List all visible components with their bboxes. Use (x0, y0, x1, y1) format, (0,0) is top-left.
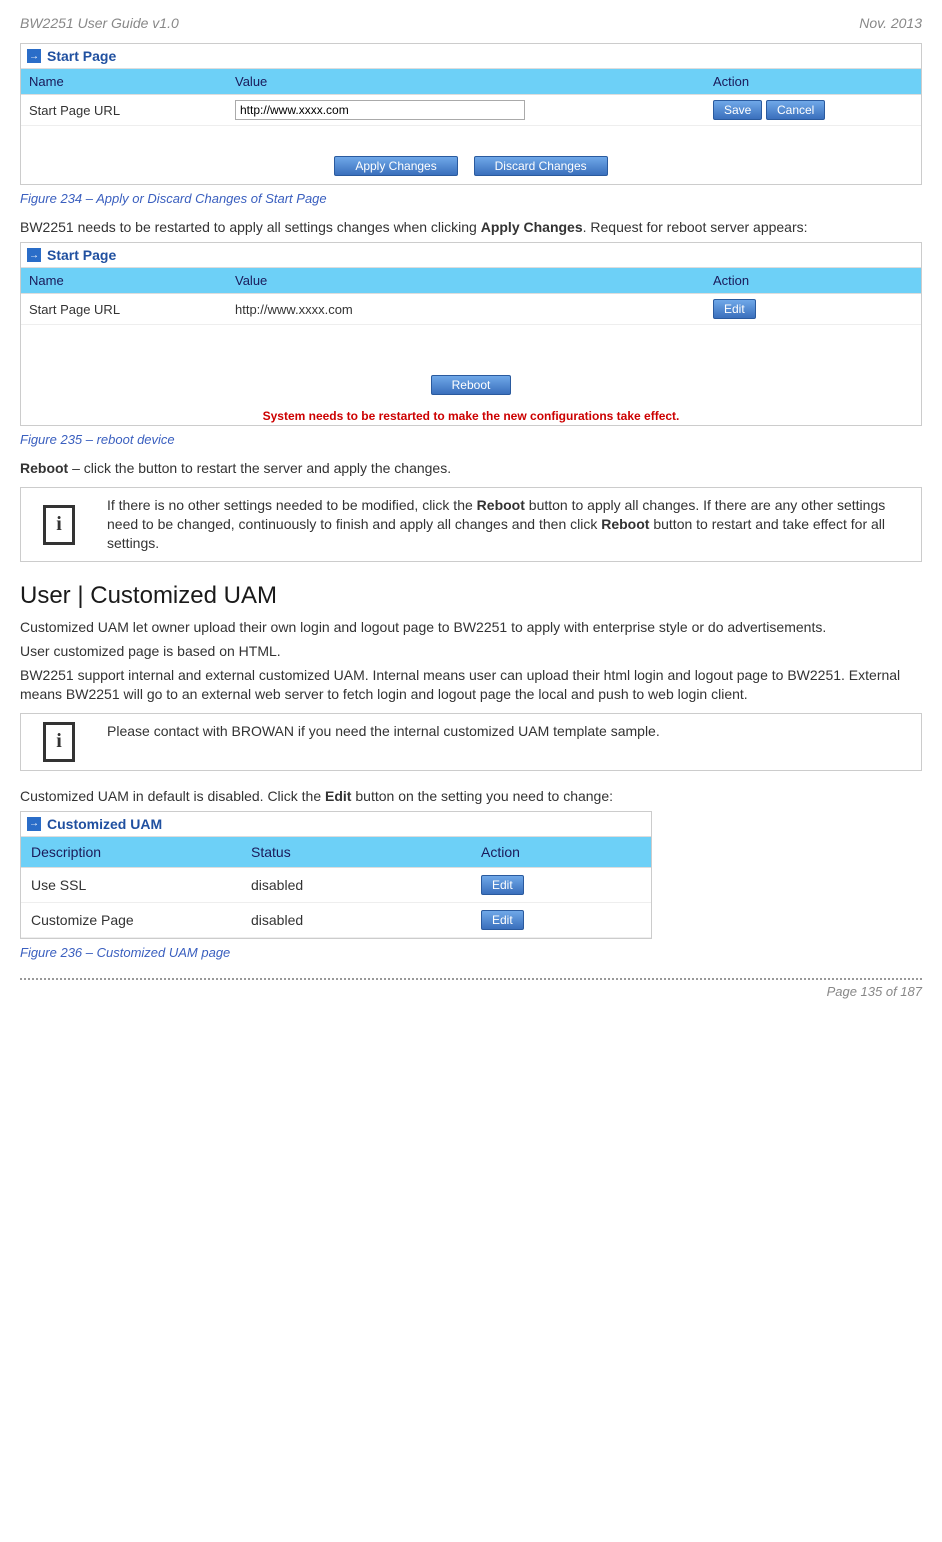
info-icon: i (43, 722, 75, 762)
apply-discard-bar: Apply Changes Discard Changes (21, 126, 921, 184)
customized-uam-panel-header: → Customized UAM (21, 812, 651, 837)
table-header-row: Name Value Action (21, 268, 921, 294)
table-row: Start Page URL Save Cancel (21, 95, 921, 126)
reboot-description: Reboot – click the button to restart the… (20, 459, 922, 477)
cancel-button[interactable]: Cancel (766, 100, 825, 120)
uam-paragraph-1: Customized UAM let owner upload their ow… (20, 618, 922, 636)
discard-changes-button[interactable]: Discard Changes (474, 156, 608, 176)
start-page-panel-header: → Start Page (21, 44, 921, 69)
figure-235-screenshot: → Start Page Name Value Action Start Pag… (20, 242, 922, 426)
table-row: Customize Page disabled Edit (21, 902, 651, 937)
row-action-cell: Save Cancel (705, 95, 921, 126)
info-icon: i (43, 505, 75, 545)
row-status: disabled (241, 867, 471, 902)
info-box-browan: i Please contact with BROWAN if you need… (20, 713, 922, 771)
start-page-url-input[interactable] (235, 100, 525, 120)
info-icon-cell: i (21, 714, 97, 770)
figure-236-screenshot: → Customized UAM Description Status Acti… (20, 811, 652, 939)
table-row: Use SSL disabled Edit (21, 867, 651, 902)
info-text: If there is no other settings needed to … (97, 488, 921, 561)
row-desc: Use SSL (21, 867, 241, 902)
uam-edit-instruction: Customized UAM in default is disabled. C… (20, 787, 922, 805)
figure-235-caption: Figure 235 – reboot device (20, 432, 922, 447)
info-text: Please contact with BROWAN if you need t… (97, 714, 921, 770)
footer-divider (20, 978, 922, 980)
collapse-icon[interactable]: → (27, 49, 41, 63)
apply-changes-paragraph: BW2251 needs to be restarted to apply al… (20, 218, 922, 236)
edit-button[interactable]: Edit (481, 910, 524, 930)
doc-date: Nov. 2013 (859, 15, 922, 31)
collapse-icon[interactable]: → (27, 248, 41, 262)
col-action: Action (471, 837, 651, 868)
panel-title: Start Page (47, 247, 116, 263)
col-value: Value (227, 268, 705, 294)
col-status: Status (241, 837, 471, 868)
figure-234-caption: Figure 234 – Apply or Discard Changes of… (20, 191, 922, 206)
row-value: http://www.xxxx.com (227, 294, 705, 325)
row-status: disabled (241, 902, 471, 937)
start-page-table-2: Name Value Action Start Page URL http://… (21, 268, 921, 325)
row-action-cell: Edit (705, 294, 921, 325)
col-action: Action (705, 69, 921, 95)
uam-paragraph-3: BW2251 support internal and external cus… (20, 666, 922, 702)
figure-236-caption: Figure 236 – Customized UAM page (20, 945, 922, 960)
col-value: Value (227, 69, 705, 95)
figure-234-screenshot: → Start Page Name Value Action Start Pag… (20, 43, 922, 185)
col-name: Name (21, 69, 227, 95)
col-description: Description (21, 837, 241, 868)
start-page-table: Name Value Action Start Page URL Save Ca… (21, 69, 921, 126)
row-action-cell: Edit (471, 902, 651, 937)
col-name: Name (21, 268, 227, 294)
uam-paragraph-2: User customized page is based on HTML. (20, 642, 922, 660)
apply-changes-button[interactable]: Apply Changes (334, 156, 457, 176)
col-action: Action (705, 268, 921, 294)
row-value-cell (227, 95, 705, 126)
row-label: Start Page URL (21, 95, 227, 126)
row-action-cell: Edit (471, 867, 651, 902)
info-box-reboot: i If there is no other settings needed t… (20, 487, 922, 562)
edit-button[interactable]: Edit (713, 299, 756, 319)
panel-title: Start Page (47, 48, 116, 64)
edit-button[interactable]: Edit (481, 875, 524, 895)
table-row: Start Page URL http://www.xxxx.com Edit (21, 294, 921, 325)
customized-uam-table: Description Status Action Use SSL disabl… (21, 837, 651, 938)
doc-title: BW2251 User Guide v1.0 (20, 15, 179, 31)
reboot-bar: Reboot (21, 325, 921, 403)
row-label: Start Page URL (21, 294, 227, 325)
page-footer: Page 135 of 187 (20, 984, 922, 999)
table-header-row: Name Value Action (21, 69, 921, 95)
collapse-icon[interactable]: → (27, 817, 41, 831)
start-page-panel-header-2: → Start Page (21, 243, 921, 268)
info-icon-cell: i (21, 488, 97, 561)
page-header: BW2251 User Guide v1.0 Nov. 2013 (20, 15, 922, 31)
panel-title: Customized UAM (47, 816, 162, 832)
row-desc: Customize Page (21, 902, 241, 937)
save-button[interactable]: Save (713, 100, 762, 120)
reboot-button[interactable]: Reboot (431, 375, 512, 395)
customized-uam-heading: User | Customized UAM (20, 582, 922, 610)
restart-warning-message: System needs to be restarted to make the… (21, 403, 921, 425)
table-header-row: Description Status Action (21, 837, 651, 868)
